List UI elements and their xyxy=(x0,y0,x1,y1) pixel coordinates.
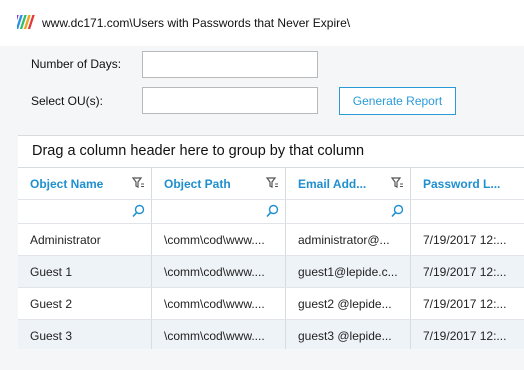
column-header-label: Email Add... xyxy=(298,176,367,191)
column-header-label: Object Path xyxy=(164,176,231,191)
search-icon[interactable] xyxy=(391,204,404,218)
column-header-label: Object Name xyxy=(30,176,104,191)
cell-object-name: Administrator xyxy=(18,224,152,255)
table-row[interactable]: Guest 3 \comm\cod\www.... guest3 @lepide… xyxy=(18,320,524,349)
filter-icon[interactable] xyxy=(132,177,145,189)
filter-cell-email-address[interactable] xyxy=(286,200,411,223)
search-icon[interactable] xyxy=(266,204,279,218)
cell-object-name: Guest 2 xyxy=(18,288,152,319)
cell-object-name: Guest 3 xyxy=(18,320,152,349)
column-header-label: Password L... xyxy=(423,176,501,191)
cell-password-last-set: 7/19/2017 12:... xyxy=(423,264,507,279)
days-label: Number of Days: xyxy=(31,57,122,71)
cell-object-name: Guest 1 xyxy=(18,256,152,287)
cell-password-last-set: 7/19/2017 12:... xyxy=(423,232,507,247)
table-row[interactable]: Guest 1 \comm\cod\www.... guest1@lepide.… xyxy=(18,256,524,288)
grid-filter-row xyxy=(18,200,524,224)
filter-cell-password-last-set[interactable] xyxy=(411,200,524,223)
cell-object-path: \comm\cod\www.... xyxy=(152,224,286,255)
cell-object-path: \comm\cod\www.... xyxy=(152,256,286,287)
filter-cell-object-path[interactable] xyxy=(152,200,286,223)
cell-password-last-set: 7/19/2017 12:... xyxy=(423,296,507,311)
cell-email-address: guest1@lepide.c... xyxy=(286,256,411,287)
cell-email-address: guest3 @lepide... xyxy=(286,320,411,349)
app-logo-icon xyxy=(17,15,35,29)
search-icon[interactable] xyxy=(132,204,145,218)
report-grid: Drag a column header here to group by th… xyxy=(18,135,524,349)
days-input[interactable] xyxy=(142,51,318,78)
table-row[interactable]: Administrator \comm\cod\www.... administ… xyxy=(18,224,524,256)
ou-input[interactable] xyxy=(142,87,318,114)
filter-cell-object-name[interactable] xyxy=(18,200,152,223)
column-header-object-path[interactable]: Object Path xyxy=(152,168,286,199)
cell-email-address: administrator@... xyxy=(286,224,411,255)
title-bar: www.dc171.com\Users with Passwords that … xyxy=(0,0,524,46)
filter-icon[interactable] xyxy=(266,177,279,189)
group-by-panel[interactable]: Drag a column header here to group by th… xyxy=(18,136,524,168)
filter-icon[interactable] xyxy=(391,177,404,189)
cell-password-last-set: 7/19/2017 12:... xyxy=(423,328,507,343)
column-header-password-last-set[interactable]: Password L... xyxy=(411,168,524,199)
cell-object-path: \comm\cod\www.... xyxy=(152,320,286,349)
cell-email-address: guest2 @lepide... xyxy=(286,288,411,319)
cell-object-path: \comm\cod\www.... xyxy=(152,288,286,319)
generate-report-button[interactable]: Generate Report xyxy=(339,87,456,115)
ou-label: Select OU(s): xyxy=(31,94,104,108)
window-title: www.dc171.com\Users with Passwords that … xyxy=(42,16,351,30)
grid-header-row: Object Name Object Path Email Add... Pas… xyxy=(18,168,524,200)
column-header-email-address[interactable]: Email Add... xyxy=(286,168,411,199)
table-row[interactable]: Guest 2 \comm\cod\www.... guest2 @lepide… xyxy=(18,288,524,320)
column-header-object-name[interactable]: Object Name xyxy=(18,168,152,199)
